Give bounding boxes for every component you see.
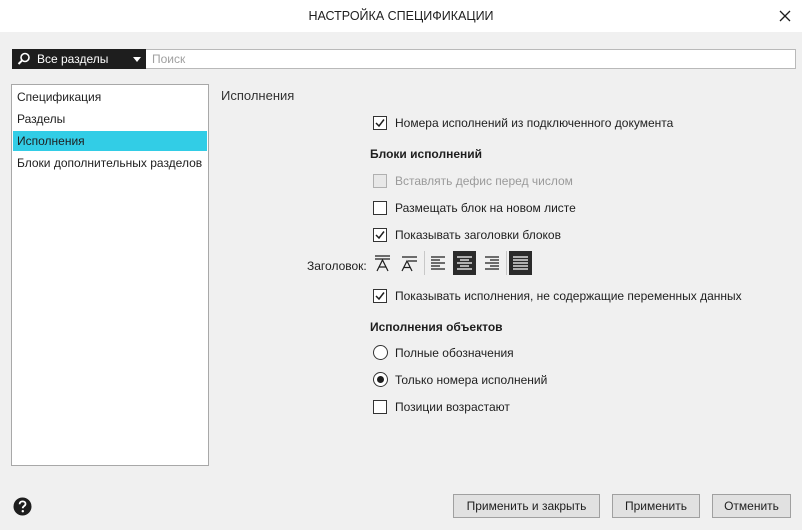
nav-item-specification[interactable]: Спецификация xyxy=(13,87,207,107)
heading-label: Заголовок: xyxy=(307,259,367,273)
show-without-vars-checkbox[interactable] xyxy=(373,289,387,303)
apply-and-close-button[interactable]: Применить и закрыть xyxy=(453,494,600,518)
chevron-down-icon xyxy=(133,57,141,62)
numbers-from-doc-label: Номера исполнений из подключенного докум… xyxy=(395,116,674,130)
toolbar-separator xyxy=(506,251,507,275)
align-center-button[interactable] xyxy=(453,251,476,275)
window-title: НАСТРОЙКА СПЕЦИФИКАЦИИ xyxy=(308,9,494,23)
align-right-icon xyxy=(485,256,499,270)
numbers-only-radio[interactable] xyxy=(373,372,388,387)
check-icon xyxy=(375,119,385,128)
full-designations-radio[interactable] xyxy=(373,345,388,360)
search-icon xyxy=(17,52,30,65)
text-overline-top-icon xyxy=(375,255,390,272)
hyphen-checkbox xyxy=(373,174,387,188)
nav-item-executions[interactable]: Исполнения xyxy=(13,131,207,151)
ascending-positions-checkbox[interactable] xyxy=(373,400,387,414)
show-headers-label: Показывать заголовки блоков xyxy=(395,228,561,242)
radio-selected-dot xyxy=(377,376,384,383)
check-icon xyxy=(375,231,385,240)
check-icon xyxy=(375,292,385,301)
text-overline-button[interactable] xyxy=(398,251,421,275)
new-sheet-label: Размещать блок на новом листе xyxy=(395,201,576,215)
align-left-button[interactable] xyxy=(427,251,450,275)
numbers-from-doc-checkbox[interactable] xyxy=(373,116,387,130)
blocks-group-title: Блоки исполнений xyxy=(370,147,483,161)
align-justify-icon xyxy=(513,256,528,270)
numbers-only-label: Только номера исполнений xyxy=(395,373,548,387)
new-sheet-checkbox[interactable] xyxy=(373,201,387,215)
align-justify-button[interactable] xyxy=(509,251,532,275)
nav-item-sections[interactable]: Разделы xyxy=(13,109,207,129)
objects-group-title: Исполнения объектов xyxy=(370,320,503,334)
settings-nav: Спецификация Разделы Исполнения Блоки до… xyxy=(11,84,209,466)
text-overline-icon xyxy=(401,256,417,272)
search-input[interactable] xyxy=(146,49,796,69)
align-right-button[interactable] xyxy=(480,251,503,275)
hyphen-label: Вставлять дефис перед числом xyxy=(395,174,573,188)
align-left-icon xyxy=(431,256,445,270)
sections-dropdown[interactable]: Все разделы xyxy=(12,49,146,69)
text-top-overline-button[interactable] xyxy=(371,251,394,275)
align-center-icon xyxy=(457,256,472,270)
apply-button[interactable]: Применить xyxy=(612,494,700,518)
help-icon[interactable] xyxy=(13,497,32,516)
full-designations-label: Полные обозначения xyxy=(395,346,514,360)
show-without-vars-label: Показывать исполнения, не содержащие пер… xyxy=(395,289,742,303)
panel-title: Исполнения xyxy=(221,88,295,103)
show-headers-checkbox[interactable] xyxy=(373,228,387,242)
toolbar-separator xyxy=(424,251,425,275)
close-button[interactable] xyxy=(768,0,802,32)
cancel-button[interactable]: Отменить xyxy=(712,494,791,518)
nav-item-additional-blocks[interactable]: Блоки дополнительных разделов xyxy=(13,153,207,173)
sections-dropdown-label: Все разделы xyxy=(37,52,109,66)
ascending-positions-label: Позиции возрастают xyxy=(395,400,510,414)
close-icon xyxy=(779,10,791,22)
